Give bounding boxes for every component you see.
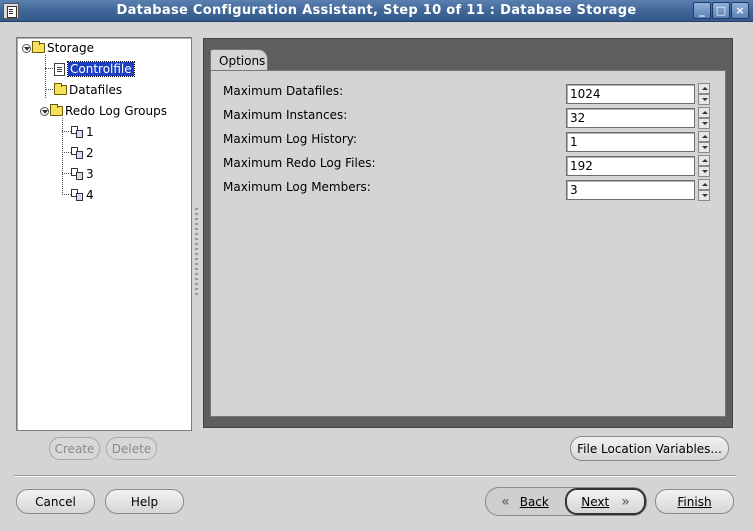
next-button-label: Next [581,494,610,509]
max-instances-field[interactable] [566,108,695,128]
tree-item-redo-log-groups[interactable]: Redo Log Groups [40,102,167,120]
tree-item-label: 2 [86,146,94,160]
max-redo-log-files-field[interactable] [566,156,695,176]
spin-down-icon[interactable] [698,166,710,177]
spin-down-icon[interactable] [698,118,710,129]
log-files-icon [71,125,85,139]
folder-icon [54,83,67,95]
split-pane-handle[interactable] [195,208,198,296]
log-files-icon [71,146,85,160]
back-button-label: Back [519,494,549,509]
spin-up-icon[interactable] [698,83,710,94]
chevron-left-icon: « [501,493,510,510]
log-files-icon [71,188,85,202]
file-location-variables-button[interactable]: File Location Variables... [570,436,729,461]
tree-item-redo-group-3[interactable]: 3 [71,165,94,183]
max-log-history-field[interactable] [566,132,695,152]
title-bar[interactable]: Database Configuration Assistant, Step 1… [0,0,753,22]
tree-item-label: Controlfile [67,61,135,77]
max-log-members-label: Maximum Log Members: [223,180,371,194]
chevron-right-icon: » [621,493,630,510]
tree-item-redo-group-1[interactable]: 1 [71,123,94,141]
expand-toggle-icon[interactable] [22,43,31,53]
tree-item-storage[interactable]: Storage [22,39,94,57]
max-datafiles-label: Maximum Datafiles: [223,84,344,98]
max-instances-label: Maximum Instances: [223,108,348,122]
max-log-members-field[interactable] [566,180,695,200]
max-redo-log-files-label: Maximum Redo Log Files: [223,156,376,170]
max-datafiles-spinner[interactable] [698,83,710,105]
tree-item-datafiles[interactable]: Datafiles [54,81,122,99]
tree-item-controlfile[interactable]: Controlfile [54,60,135,78]
folder-icon [50,104,63,116]
spin-up-icon[interactable] [698,131,710,142]
folder-icon [32,41,45,53]
tree-item-label: 3 [86,167,94,181]
max-log-history-label: Maximum Log History: [223,132,358,146]
tree-connector [62,152,71,153]
max-instances-spinner[interactable] [698,107,710,129]
window-title: Database Configuration Assistant, Step 1… [116,3,637,18]
tab-options[interactable]: Options [210,49,268,71]
tree-item-redo-group-4[interactable]: 4 [71,186,94,204]
max-log-history-spinner[interactable] [698,131,710,153]
spin-up-icon[interactable] [698,155,710,166]
tree-item-label: Datafiles [69,83,123,97]
document-icon [54,62,65,76]
tree-item-label: 4 [86,188,94,202]
spin-down-icon[interactable] [698,190,710,201]
help-button[interactable]: Help [105,489,184,514]
minimize-button[interactable]: _ [693,2,711,19]
tree-connector [62,173,71,174]
cancel-button[interactable]: Cancel [16,489,95,514]
tree-item-label: Storage [47,41,94,55]
tree-item-redo-group-2[interactable]: 2 [71,144,94,162]
log-files-icon [71,167,85,181]
tree-item-label: 1 [86,125,94,139]
spin-down-icon[interactable] [698,142,710,153]
tree-item-label: Redo Log Groups [65,104,167,118]
back-button[interactable]: « Back [487,489,563,514]
max-datafiles-field[interactable] [566,84,695,104]
tree-connector [62,131,71,132]
tree-connector [45,55,46,98]
close-button[interactable]: × [731,2,749,19]
storage-tree[interactable]: Storage Controlfile Datafiles Redo Log G… [16,37,192,431]
tree-connector [62,194,71,195]
spin-up-icon[interactable] [698,179,710,190]
next-button[interactable]: Next » [565,488,646,515]
maximize-button[interactable]: □ [712,2,730,19]
tree-connector [45,89,53,90]
max-redo-log-files-spinner[interactable] [698,155,710,177]
separator [14,475,736,477]
spin-down-icon[interactable] [698,94,710,105]
create-button[interactable]: Create [49,437,100,460]
finish-button[interactable]: Finish [655,489,734,514]
expand-toggle-icon[interactable] [40,106,49,116]
finish-button-label: Finish [677,494,712,509]
tree-connector [45,68,53,69]
delete-button[interactable]: Delete [106,437,157,460]
tree-connector [62,118,63,195]
spin-up-icon[interactable] [698,107,710,118]
max-log-members-spinner[interactable] [698,179,710,201]
